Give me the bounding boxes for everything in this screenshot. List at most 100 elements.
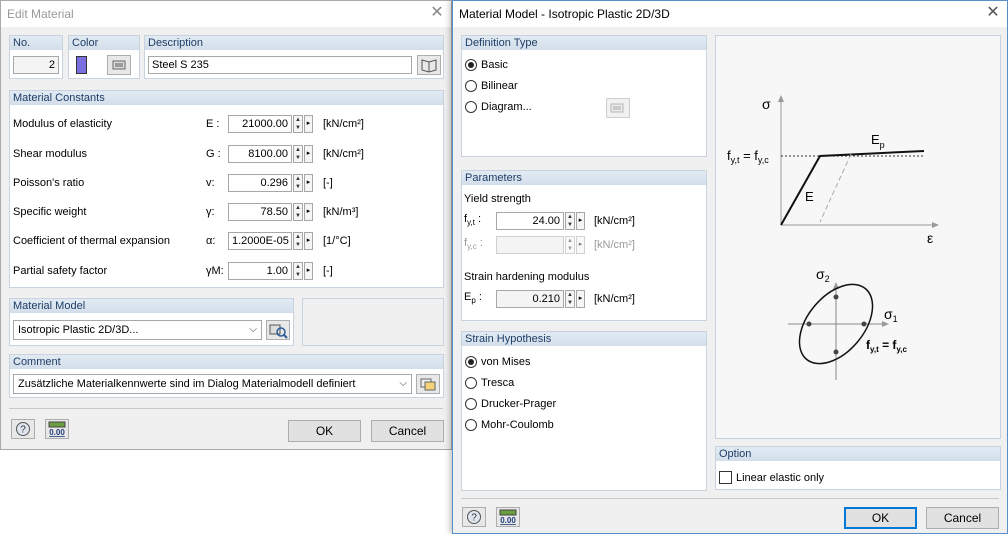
material-model-header: Material Model bbox=[10, 299, 293, 313]
yield-point-bottom bbox=[833, 349, 839, 355]
constant-input[interactable]: 1.2000E-05 bbox=[228, 232, 292, 250]
cancel-button[interactable]: Cancel bbox=[371, 420, 444, 442]
material-constants-panel: Material Constants Modulus of elasticity… bbox=[9, 90, 444, 288]
material-model-value: Isotropic Plastic 2D/3D... bbox=[18, 324, 139, 336]
fyt-menu-button[interactable]: ▸ bbox=[576, 212, 585, 230]
constant-menu-button[interactable]: ▸ bbox=[304, 145, 313, 163]
ok-button[interactable]: OK bbox=[288, 420, 361, 442]
edit-diagram-button[interactable] bbox=[606, 98, 630, 118]
footer-divider bbox=[461, 498, 999, 499]
constant-unit: [-] bbox=[323, 177, 333, 189]
svg-text:?: ? bbox=[20, 425, 26, 436]
strain-hypothesis-panel: Strain Hypothesis von Mises Tresca Druck… bbox=[461, 331, 707, 491]
comment-library-button[interactable] bbox=[416, 374, 440, 394]
definition-type-panel: Definition Type Basic Bilinear Diagram..… bbox=[461, 35, 707, 157]
ep-spinner[interactable]: ▲ ▼ bbox=[565, 290, 575, 308]
strain-hypothesis-option: Drucker-Prager bbox=[481, 398, 557, 410]
strain-hypothesis-option: von Mises bbox=[481, 356, 531, 368]
description-field[interactable]: Steel S 235 bbox=[148, 56, 412, 74]
constant-menu-button[interactable]: ▸ bbox=[304, 115, 313, 133]
material-model-window: Material Model - Isotropic Plastic 2D/3D… bbox=[452, 0, 1008, 534]
constant-menu-button[interactable]: ▸ bbox=[304, 232, 313, 250]
constant-spinner[interactable]: ▲ ▼ bbox=[293, 145, 303, 163]
units-button[interactable]: 0.00 bbox=[496, 507, 520, 527]
material-model-select[interactable]: Isotropic Plastic 2D/3D... ⌵ bbox=[13, 320, 262, 340]
help-button[interactable]: ? bbox=[462, 507, 486, 527]
strain-hypothesis-radio[interactable] bbox=[465, 377, 477, 389]
material-model-title: Material Model - Isotropic Plastic 2D/3D bbox=[459, 7, 670, 21]
constant-input[interactable]: 21000.00 bbox=[228, 115, 292, 133]
edit-material-model-button[interactable] bbox=[266, 320, 290, 340]
constant-menu-button[interactable]: ▸ bbox=[304, 174, 313, 192]
fyc-unit: [kN/cm²] bbox=[594, 239, 635, 251]
constant-menu-button[interactable]: ▸ bbox=[304, 262, 313, 280]
edit-material-title: Edit Material bbox=[7, 7, 74, 21]
constant-input[interactable]: 1.00 bbox=[228, 262, 292, 280]
close-icon[interactable]: ✕ bbox=[429, 5, 445, 21]
constant-input[interactable]: 0.296 bbox=[228, 174, 292, 192]
help-button[interactable]: ? bbox=[11, 419, 35, 439]
no-label: No. bbox=[10, 36, 62, 50]
definition-type-header: Definition Type bbox=[462, 36, 706, 50]
color-label: Color bbox=[69, 36, 139, 50]
definition-type-option: Basic bbox=[481, 59, 508, 71]
sigma1-label: σ1 bbox=[884, 306, 898, 324]
constant-spinner[interactable]: ▲ ▼ bbox=[293, 115, 303, 133]
fyt-spinner[interactable]: ▲ ▼ bbox=[565, 212, 575, 230]
constant-input[interactable]: 8100.00 bbox=[228, 145, 292, 163]
constant-spinner[interactable]: ▲ ▼ bbox=[293, 203, 303, 221]
fyc-menu-button[interactable]: ▸ bbox=[576, 236, 585, 254]
constant-input[interactable]: 78.50 bbox=[228, 203, 292, 221]
help-icon: ? bbox=[467, 510, 481, 524]
close-icon[interactable]: ✕ bbox=[985, 5, 1001, 21]
footer-divider bbox=[9, 408, 443, 409]
svg-text:?: ? bbox=[471, 513, 477, 524]
cancel-button[interactable]: Cancel bbox=[926, 507, 999, 529]
edit-color-button[interactable] bbox=[107, 55, 131, 75]
comment-select[interactable]: Zusätzliche Materialkennwerte sind im Di… bbox=[13, 374, 412, 394]
definition-type-radio[interactable] bbox=[465, 80, 477, 92]
constant-symbol: E : bbox=[206, 118, 220, 130]
calculator-icon: 0.00 bbox=[48, 421, 66, 437]
ep-curve-label: Ep bbox=[871, 132, 885, 150]
constant-spinner[interactable]: ▲ ▼ bbox=[293, 232, 303, 250]
constant-menu-button[interactable]: ▸ bbox=[304, 203, 313, 221]
library-button[interactable] bbox=[417, 55, 441, 75]
edit-material-titlebar: Edit Material ✕ bbox=[1, 1, 451, 27]
constant-label: Modulus of elasticity bbox=[13, 118, 113, 130]
fyc-spinner[interactable]: ▲ ▼ bbox=[565, 236, 575, 254]
ep-menu-button[interactable]: ▸ bbox=[576, 290, 585, 308]
fyt-label: fy,t : bbox=[464, 213, 482, 228]
fyt-input[interactable]: 24.00 bbox=[496, 212, 564, 230]
material-model-panel: Material Model Isotropic Plastic 2D/3D..… bbox=[9, 298, 294, 346]
ok-button[interactable]: OK bbox=[844, 507, 917, 529]
epsilon-label: ε bbox=[927, 230, 933, 246]
strain-hardening-label: Strain hardening modulus bbox=[464, 271, 590, 283]
model-diagram: σ ε fy,t = fy,c Ep E σ2 σ1 fy,t = fy,c bbox=[715, 35, 1001, 439]
definition-type-option: Diagram... bbox=[481, 101, 532, 113]
definition-type-option: Bilinear bbox=[481, 80, 518, 92]
option-header: Option bbox=[716, 447, 1000, 461]
constant-spinner[interactable]: ▲ ▼ bbox=[293, 174, 303, 192]
units-button[interactable]: 0.00 bbox=[45, 419, 69, 439]
strain-hypothesis-radio[interactable] bbox=[465, 356, 477, 368]
definition-type-radio[interactable] bbox=[465, 101, 477, 113]
comment-header: Comment bbox=[10, 355, 443, 369]
yield-point-right bbox=[861, 321, 867, 327]
ep-input[interactable]: 0.210 bbox=[496, 290, 564, 308]
stress-strain-diagram: σ ε fy,t = fy,c Ep E σ2 σ1 fy,t = fy,c bbox=[727, 95, 939, 380]
chevron-down-icon: ⌵ bbox=[249, 324, 257, 335]
constant-spinner[interactable]: ▲ ▼ bbox=[293, 262, 303, 280]
ep-unit: [kN/cm²] bbox=[594, 293, 635, 305]
no-field[interactable]: 2 bbox=[13, 56, 59, 74]
strain-hypothesis-radio[interactable] bbox=[465, 419, 477, 431]
fyc-input[interactable] bbox=[496, 236, 564, 254]
color-swatch[interactable] bbox=[76, 56, 87, 74]
option-panel: Option Linear elastic only bbox=[715, 446, 1001, 490]
unloading-line bbox=[819, 153, 852, 223]
strain-hypothesis-radio[interactable] bbox=[465, 398, 477, 410]
linear-elastic-checkbox[interactable] bbox=[719, 471, 732, 484]
definition-type-radio[interactable] bbox=[465, 59, 477, 71]
color-panel: Color bbox=[68, 35, 140, 79]
material-model-titlebar: Material Model - Isotropic Plastic 2D/3D… bbox=[453, 1, 1007, 27]
